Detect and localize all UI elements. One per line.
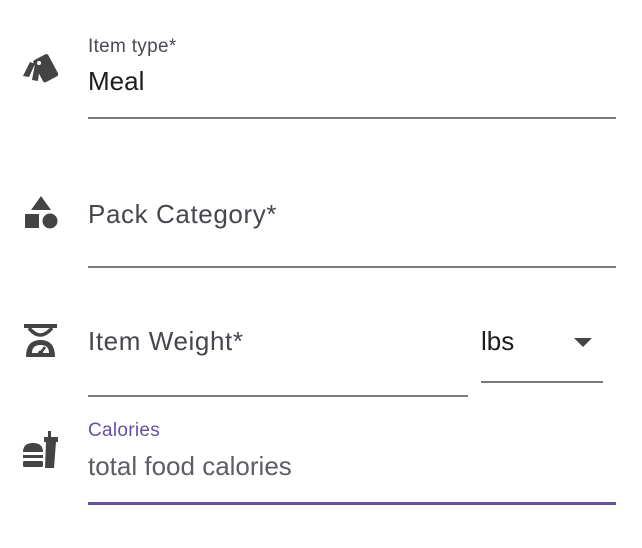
item-type-value[interactable]: Meal (88, 68, 144, 94)
fastfood-icon (23, 431, 58, 468)
calories-input[interactable]: total food calories (88, 453, 292, 479)
weight-unit-value: lbs (481, 326, 515, 356)
calories-field[interactable]: Calories total food calories (88, 412, 616, 508)
scale-icon (24, 324, 57, 357)
category-shapes-icon (25, 196, 58, 229)
item-type-field[interactable]: Item type* Meal (88, 30, 616, 122)
calories-underline (88, 502, 616, 505)
item-weight-field[interactable]: Item Weight* (88, 315, 468, 399)
item-type-label: Item type* (88, 36, 177, 57)
calories-label: Calories (88, 420, 161, 441)
item-weight-label: Item Weight* (88, 326, 244, 356)
pack-category-label: Pack Category* (88, 199, 278, 229)
pack-category-field[interactable]: Pack Category* (88, 180, 616, 270)
tag-icon (23, 54, 59, 83)
item-weight-underline (88, 395, 468, 397)
weight-unit-underline (481, 381, 603, 383)
item-type-underline (88, 117, 616, 119)
weight-unit-select[interactable]: lbs (481, 315, 603, 385)
caret-down-icon[interactable] (573, 337, 593, 349)
pack-category-underline (88, 266, 616, 268)
